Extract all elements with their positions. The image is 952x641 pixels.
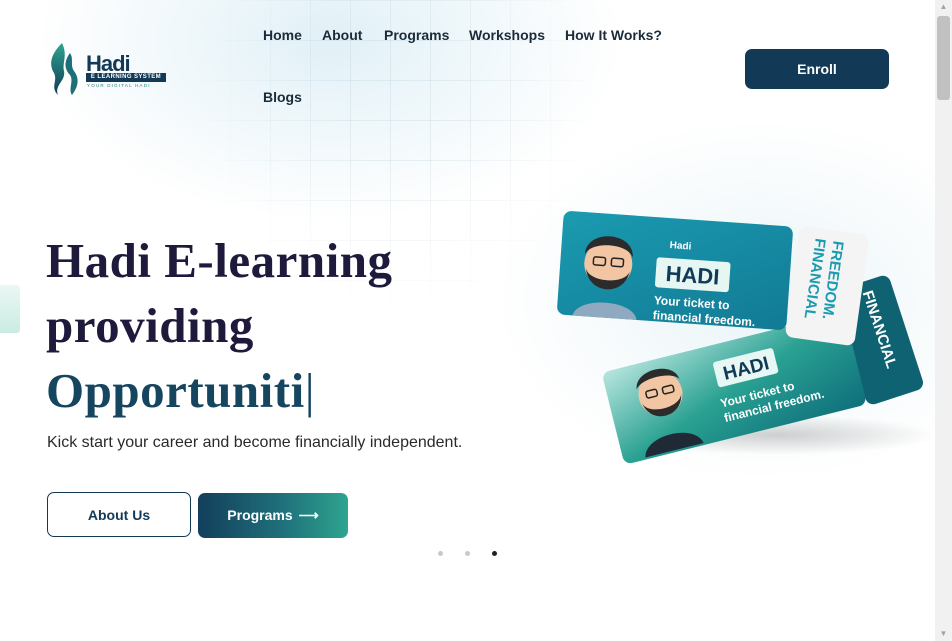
hero-title: Hadi E-learning providing Opportuniti| bbox=[46, 228, 392, 423]
tickets-illustration: FINANCIAL HADI Your ticket to financial … bbox=[557, 211, 933, 464]
hero-typed-text: Opportuniti bbox=[46, 363, 305, 418]
typing-cursor: | bbox=[304, 363, 316, 418]
logo-subtitle: E LEARNING SYSTEM bbox=[86, 73, 166, 82]
nav-programs[interactable]: Programs bbox=[384, 27, 449, 43]
carousel-dot-2[interactable] bbox=[465, 551, 470, 556]
hero-title-line1: Hadi E-learning bbox=[46, 233, 393, 288]
about-us-button[interactable]: About Us bbox=[47, 492, 191, 537]
nav-blogs[interactable]: Blogs bbox=[263, 89, 302, 105]
carousel-dot-1[interactable] bbox=[438, 551, 443, 556]
scroll-thumb[interactable] bbox=[937, 16, 950, 100]
hero-subtitle: Kick start your career and become financ… bbox=[47, 434, 463, 451]
carousel-dot-3[interactable] bbox=[492, 551, 497, 556]
nav-about[interactable]: About bbox=[322, 27, 362, 43]
page: Hadi E LEARNING SYSTEM YOUR DIGITAL HADI… bbox=[0, 0, 952, 641]
enroll-button[interactable]: Enroll bbox=[745, 49, 889, 89]
nav-how-it-works[interactable]: How It Works? bbox=[565, 27, 662, 43]
svg-text:HADI: HADI bbox=[665, 261, 720, 290]
brand-logo[interactable]: Hadi E LEARNING SYSTEM YOUR DIGITAL HADI bbox=[44, 41, 169, 97]
nav-workshops[interactable]: Workshops bbox=[469, 27, 545, 43]
svg-text:Hadi: Hadi bbox=[669, 240, 692, 253]
arrow-right-icon: ⟶ bbox=[298, 507, 319, 523]
page-scrollbar[interactable]: ▲ ▼ bbox=[935, 0, 952, 641]
scroll-up-icon[interactable]: ▲ bbox=[935, 0, 952, 14]
programs-button[interactable]: Programs ⟶ bbox=[198, 493, 348, 538]
logo-tagline: YOUR DIGITAL HADI bbox=[87, 83, 151, 88]
side-tab[interactable] bbox=[0, 285, 20, 333]
flame-logo-icon bbox=[51, 43, 78, 95]
scroll-down-icon[interactable]: ▼ bbox=[935, 627, 952, 641]
programs-button-label: Programs bbox=[227, 507, 293, 523]
hero-title-line2: providing bbox=[46, 298, 254, 353]
nav-home[interactable]: Home bbox=[263, 27, 302, 43]
